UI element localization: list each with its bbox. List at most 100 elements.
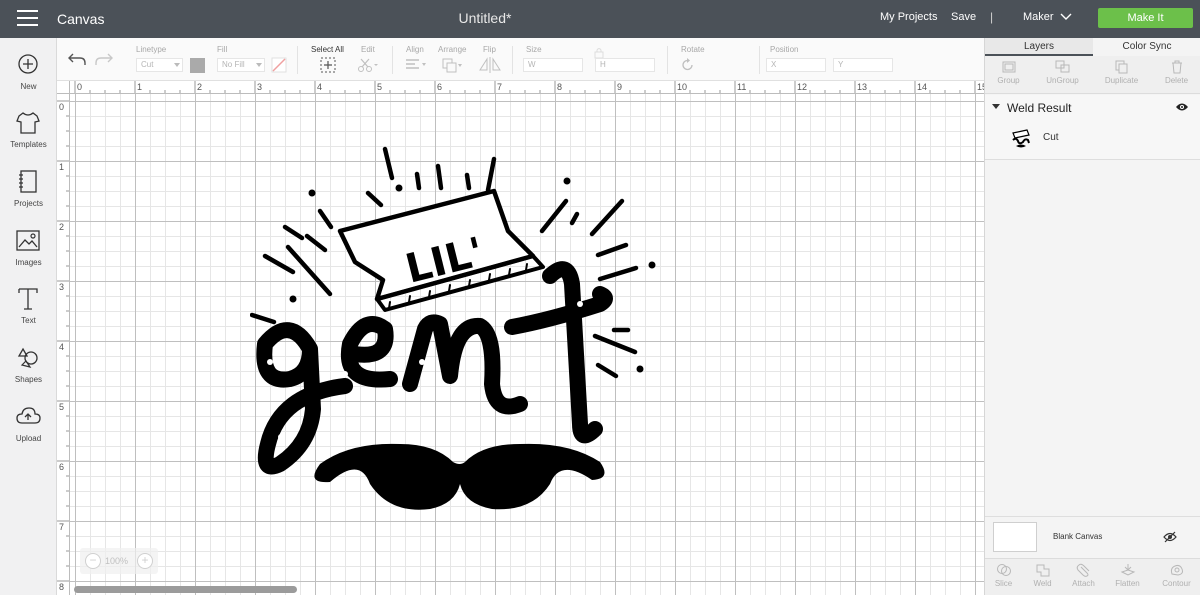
blank-canvas-swatch[interactable] <box>993 522 1037 552</box>
lil-gent-design[interactable]: LIL' <box>250 144 660 534</box>
ruler-top-number: 7 <box>497 82 503 92</box>
size-label: Size <box>526 45 542 54</box>
notebook-icon <box>19 170 37 193</box>
my-projects-link[interactable]: My Projects <box>880 11 937 23</box>
toolbar-divider <box>759 46 760 74</box>
attach-button[interactable]: Attach <box>1062 563 1105 588</box>
align-label: Align <box>406 45 424 54</box>
blank-canvas-row: Blank Canvas <box>985 516 1200 558</box>
ruler-top-number: 4 <box>317 82 323 92</box>
tool-label: Text <box>21 316 36 325</box>
align-icon[interactable] <box>405 58 427 72</box>
weld-icon <box>1036 564 1049 577</box>
collapse-triangle-icon[interactable] <box>992 104 1000 109</box>
redo-icon[interactable] <box>94 51 114 67</box>
tool-label: Upload <box>15 434 42 443</box>
toolbar-divider <box>512 46 513 74</box>
duplicate-button[interactable]: Duplicate <box>1100 60 1143 85</box>
layer-group-name: Weld Result <box>1007 101 1072 115</box>
tool-text[interactable]: Text <box>0 286 57 340</box>
zoom-out-button[interactable]: − <box>85 553 101 569</box>
ruler-top-number: 0 <box>77 82 83 92</box>
save-link[interactable]: Save <box>951 11 976 23</box>
ruler-top-number: 6 <box>437 82 443 92</box>
plus-circle-icon <box>18 54 38 74</box>
make-it-button[interactable]: Make It <box>1098 8 1193 28</box>
position-label: Position <box>770 45 799 54</box>
ruler-left-number: 5 <box>59 402 65 412</box>
contour-button[interactable]: Contour <box>1155 563 1198 588</box>
group-button[interactable]: Group <box>987 60 1030 85</box>
ruler-corner <box>57 81 70 94</box>
scissors-icon[interactable] <box>357 57 379 73</box>
delete-label: Delete <box>1164 76 1189 85</box>
ungroup-button[interactable]: UnGroup <box>1041 60 1084 85</box>
group-label: Group <box>997 76 1020 85</box>
layer-actions: Slice Weld Attach Flatten Contour <box>985 558 1200 595</box>
ruler-top-number: 1 <box>137 82 143 92</box>
position-y-input[interactable]: Y <box>833 58 893 72</box>
tab-color-sync[interactable]: Color Sync <box>1093 38 1200 56</box>
tool-projects[interactable]: Projects <box>0 169 57 223</box>
width-input[interactable]: W <box>523 58 583 72</box>
weld-button[interactable]: Weld <box>1021 563 1064 588</box>
ruler-left-number: 8 <box>59 582 65 592</box>
eye-hidden-icon[interactable] <box>1163 531 1177 543</box>
flip-icon[interactable] <box>478 57 502 73</box>
contour-label: Contour <box>1162 579 1191 588</box>
group-icon <box>1002 61 1015 73</box>
rotate-icon[interactable] <box>681 58 695 72</box>
layer-group-weld-result[interactable]: Weld Result Cut <box>985 95 1200 160</box>
attach-label: Attach <box>1072 579 1095 588</box>
rotate-input[interactable] <box>699 58 755 72</box>
ruler-left-number: 1 <box>59 162 65 172</box>
no-fill-swatch-icon[interactable] <box>271 57 287 73</box>
ruler-top-number: 2 <box>197 82 203 92</box>
tool-shapes[interactable]: Shapes <box>0 345 57 399</box>
ruler-left-number: 4 <box>59 342 65 352</box>
zoom-in-button[interactable]: + <box>137 553 153 569</box>
tool-templates[interactable]: Templates <box>0 110 57 164</box>
layer-item-name: Cut <box>1043 132 1059 143</box>
chevron-down-icon <box>256 63 262 67</box>
arrange-icon[interactable] <box>441 57 463 73</box>
ruler-top-number: 13 <box>857 82 868 92</box>
height-input[interactable]: H <box>595 58 655 72</box>
ruler-top-number: 11 <box>737 82 747 92</box>
toolbar-divider <box>392 46 393 74</box>
chevron-down-icon[interactable] <box>1060 9 1072 23</box>
ruler-top-number: 9 <box>617 82 623 92</box>
tool-upload[interactable]: Upload <box>0 404 57 458</box>
shapes-icon <box>17 347 38 368</box>
flatten-button[interactable]: Flatten <box>1106 563 1149 588</box>
contour-icon <box>1170 564 1183 576</box>
chevron-down-icon <box>174 63 180 67</box>
edit-toolbar: Linetype Cut Fill No Fill Select All Edi… <box>57 38 984 81</box>
machine-select[interactable]: Maker <box>1023 11 1054 23</box>
delete-button[interactable]: Delete <box>1155 60 1198 85</box>
design-canvas[interactable]: LIL' <box>70 94 984 595</box>
layer-item-cut[interactable]: Cut <box>1005 126 1195 152</box>
tool-images[interactable]: Images <box>0 228 57 282</box>
tool-label: Images <box>15 258 42 267</box>
select-all-icon[interactable] <box>320 57 336 73</box>
fill-label: Fill <box>217 45 228 54</box>
linetype-label: Linetype <box>136 45 167 54</box>
linetype-color-swatch[interactable] <box>190 58 205 73</box>
document-title[interactable]: Untitled* <box>0 10 970 26</box>
tab-layers[interactable]: Layers <box>985 38 1093 56</box>
slice-button[interactable]: Slice <box>982 563 1025 588</box>
eye-icon[interactable] <box>1175 102 1189 112</box>
ruler-top-number: 8 <box>557 82 563 92</box>
horizontal-scrollbar[interactable] <box>74 586 297 593</box>
ruler-top-number: 12 <box>797 82 808 92</box>
position-x-input[interactable]: X <box>766 58 826 72</box>
undo-icon[interactable] <box>67 51 87 67</box>
flatten-icon <box>1120 564 1135 576</box>
ruler-left-number: 0 <box>59 102 65 112</box>
ruler-top-number: 5 <box>377 82 383 92</box>
duplicate-icon <box>1115 60 1127 74</box>
tool-new[interactable]: New <box>0 52 57 106</box>
tool-label: Templates <box>10 140 47 149</box>
tool-label: Projects <box>14 199 43 208</box>
